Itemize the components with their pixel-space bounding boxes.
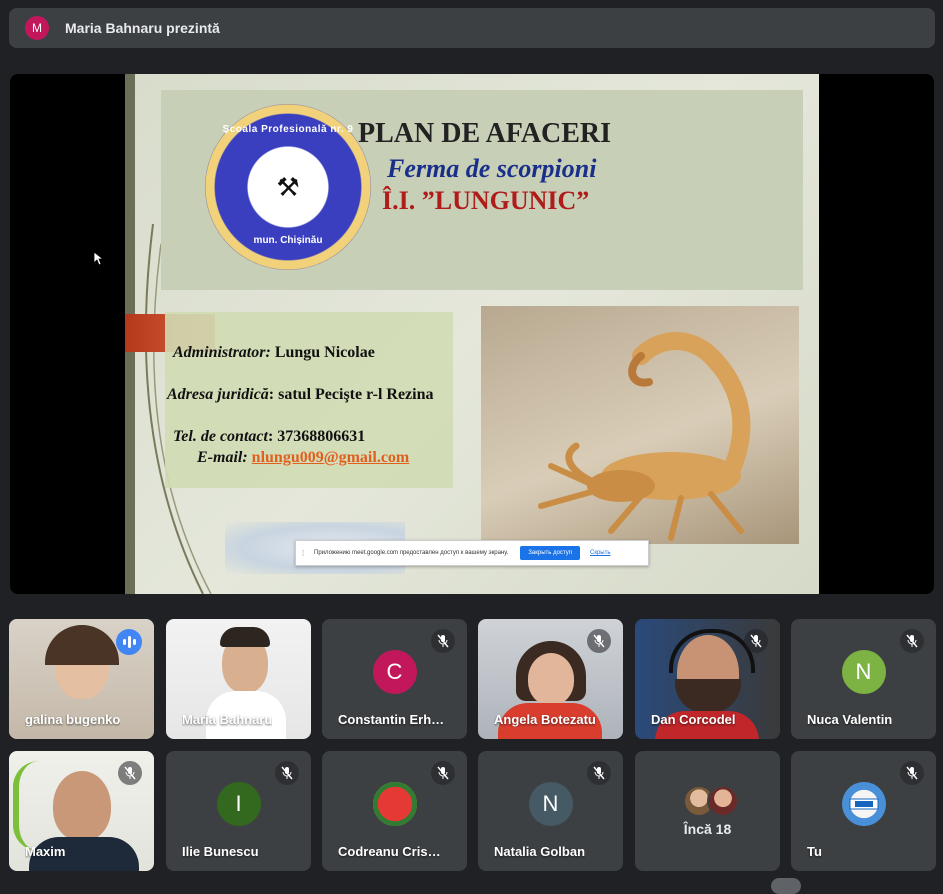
admin-value: Lungu Nicolae	[270, 344, 375, 361]
participant-face	[53, 771, 111, 841]
participant-avatar: I	[216, 781, 261, 826]
school-logo: Școala Profesională nr. 9 ⚒ mun. Chișină…	[205, 104, 371, 270]
participant-tile[interactable]: N Natalia Golban	[478, 751, 623, 871]
mic-off-icon	[118, 761, 142, 785]
participant-avatar: N	[528, 781, 573, 826]
participant-name: Ilie Bunescu	[182, 844, 259, 859]
more-participants-avatars	[683, 785, 739, 817]
participant-beard	[675, 679, 741, 713]
scorpion-photo	[481, 306, 799, 544]
participant-hair	[220, 627, 270, 647]
participant-avatar	[707, 785, 739, 817]
flower-avatar-icon	[372, 781, 417, 826]
participant-tile[interactable]: Codreanu Cris…	[322, 751, 467, 871]
participant-tile[interactable]: N Nuca Valentin	[791, 619, 936, 739]
mic-off-icon	[587, 761, 611, 785]
participant-name: Codreanu Cris…	[338, 844, 441, 859]
self-tile[interactable]: Tu	[791, 751, 936, 871]
phone-value: : 37368806631	[267, 428, 366, 445]
participant-tile[interactable]: Angela Botezatu	[478, 619, 623, 739]
participant-tile[interactable]: C Constantin Erh…	[322, 619, 467, 739]
mic-off-icon	[900, 761, 924, 785]
stop-sharing-button[interactable]: Закрыть доступ	[520, 546, 580, 560]
headphones-icon	[669, 629, 755, 673]
screen-share-notification: ⁞ Приложению meet.google.com предоставле…	[295, 540, 649, 566]
mic-off-icon	[900, 629, 924, 653]
speaking-indicator-icon	[116, 629, 142, 655]
participant-count-badge[interactable]	[771, 878, 801, 894]
participant-name: Natalia Golban	[494, 844, 586, 859]
logo-bottom-text: mun. Chișinău	[253, 235, 323, 246]
hide-notification-link[interactable]: Скрыть	[590, 550, 610, 556]
mic-off-icon	[431, 761, 455, 785]
participant-tile[interactable]: I Ilie Bunescu	[166, 751, 311, 871]
participant-tile[interactable]: Maria Bahnaru	[166, 619, 311, 739]
scorpion-icon	[538, 332, 751, 541]
participant-name: Constantin Erh…	[338, 712, 445, 727]
participant-name: Maria Bahnaru	[182, 712, 273, 727]
email-label: E-mail:	[197, 449, 248, 466]
mic-off-icon	[275, 761, 299, 785]
participant-name: Tu	[807, 844, 822, 859]
mouse-cursor-icon	[94, 252, 104, 266]
address-line: Adresa juridică: satul Pecişte r-l Rezin…	[167, 386, 433, 404]
address-label: Adresa juridică	[167, 386, 269, 403]
participant-tile[interactable]: Dan Corcodel	[635, 619, 780, 739]
presenter-banner: M Maria Bahnaru prezintă	[9, 8, 935, 48]
phone-line: Tel. de contact: 37368806631	[173, 428, 365, 446]
participant-name: Angela Botezatu	[494, 712, 596, 727]
tools-icon: ⚒	[276, 171, 300, 202]
slide-company: Î.I. ”LUNGUNIC”	[382, 186, 590, 215]
participant-name: Nuca Valentin	[807, 712, 893, 727]
more-participants-tile[interactable]: Încă 18	[635, 751, 780, 871]
admin-label: Administrator:	[173, 344, 271, 361]
more-participants-label: Încă 18	[683, 821, 732, 837]
slide-subtitle: Ferma de scorpioni	[387, 154, 597, 183]
presenter-label: Maria Bahnaru prezintă	[65, 20, 220, 36]
participant-face	[528, 653, 574, 705]
logo-top-text: Școala Profesională nr. 9	[222, 124, 354, 135]
participant-name: Dan Corcodel	[651, 712, 736, 727]
drag-handle-icon[interactable]: ⁞	[302, 549, 308, 558]
participant-avatar: N	[841, 649, 886, 694]
participant-tile[interactable]: Maxim	[9, 751, 154, 871]
presentation-slide: Școala Profesională nr. 9 ⚒ mun. Chișină…	[125, 74, 819, 594]
address-value: : satul Pecişte r-l Rezina	[268, 386, 434, 403]
participant-tile[interactable]: galina bugenko	[9, 619, 154, 739]
share-notification-text: Приложению meet.google.com предоставлен …	[314, 550, 509, 556]
participant-name: Maxim	[25, 844, 66, 859]
mic-off-icon	[587, 629, 611, 653]
phone-label: Tel. de contact	[173, 428, 268, 445]
participant-name: galina bugenko	[25, 712, 121, 727]
admin-line: Administrator: Lungu Nicolae	[173, 344, 375, 362]
email-link: nlungu009@gmail.com	[251, 449, 410, 466]
email-line: E-mail: nlungu009@gmail.com	[197, 449, 409, 467]
mic-off-icon	[744, 629, 768, 653]
presentation-stage[interactable]: Școala Profesională nr. 9 ⚒ mun. Chișină…	[10, 74, 934, 594]
background-decoration	[13, 761, 39, 851]
participant-hair	[45, 625, 119, 665]
presenter-avatar: M	[25, 16, 49, 40]
self-avatar-logo-icon	[841, 781, 886, 826]
participant-avatar: C	[372, 649, 417, 694]
mic-off-icon	[431, 629, 455, 653]
slide-title: PLAN DE AFACERI	[358, 118, 612, 149]
